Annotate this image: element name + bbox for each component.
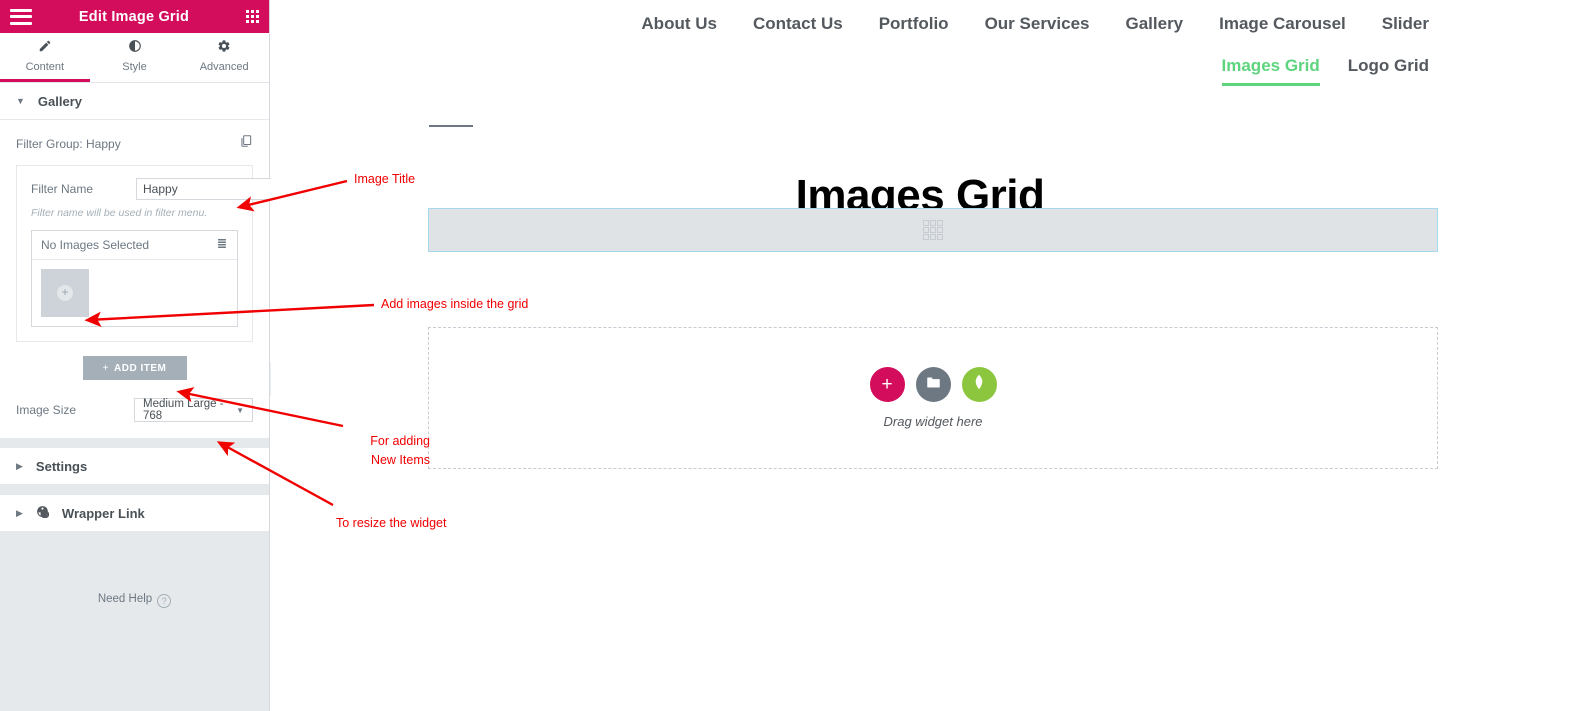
section-header-wrapper-link[interactable]: ▶ Wrapper Link xyxy=(0,495,269,532)
nav-item-image-carousel[interactable]: Image Carousel xyxy=(1219,14,1346,34)
filter-group-label: Filter Group: Happy xyxy=(16,136,121,151)
preview-canvas: About Us Contact Us Portfolio Our Servic… xyxy=(271,0,1569,711)
gallery-thumbnails: + xyxy=(32,260,237,326)
section-label-wrapper-link: Wrapper Link xyxy=(61,505,145,521)
grid-3x3-icon xyxy=(923,220,943,240)
gallery-section-body: Filter Group: Happy Filter Name Filter n… xyxy=(0,120,305,438)
site-top-navigation: About Us Contact Us Portfolio Our Servic… xyxy=(641,14,1429,34)
section-label-settings: Settings xyxy=(35,458,88,474)
annotation-image-title: Image Title xyxy=(354,172,416,186)
plus-icon: + xyxy=(881,374,893,395)
filter-name-label: Filter Name xyxy=(31,182,94,196)
nav-item-our-services[interactable]: Our Services xyxy=(985,14,1090,34)
link-chain-icon xyxy=(36,505,50,521)
image-size-row: Image Size Medium Large - 768 ▼ xyxy=(16,398,253,422)
add-template-button[interactable] xyxy=(915,367,951,402)
contrast-icon xyxy=(128,39,142,56)
gallery-image-selector: No Images Selected + xyxy=(31,230,238,327)
nav-item-portfolio[interactable]: Portfolio xyxy=(879,14,949,34)
gear-icon xyxy=(217,39,231,56)
pencil-icon xyxy=(38,39,52,56)
add-item-button[interactable]: + ADD ITEM xyxy=(82,356,187,380)
nav-item-contact-us[interactable]: Contact Us xyxy=(753,14,843,34)
annotation-add-images: Add images inside the grid xyxy=(381,297,529,311)
image-size-label: Image Size xyxy=(16,403,77,417)
add-image-thumb[interactable]: + xyxy=(41,269,89,317)
chevron-right-icon: ▶ xyxy=(16,507,23,518)
annotation-for-adding-new-items: For adding New Items xyxy=(370,434,430,467)
subnav-item-logo-grid[interactable]: Logo Grid xyxy=(1348,56,1429,83)
editor-panel: Edit Image Grid Content Style Advanced ▼… xyxy=(0,0,305,711)
dropzone-buttons: + xyxy=(869,367,997,402)
tab-style-label: Style xyxy=(122,61,147,73)
empty-grid-section[interactable] xyxy=(428,208,1438,252)
dropzone-label: Drag widget here xyxy=(883,414,983,429)
gallery-list-icon[interactable] xyxy=(216,237,228,253)
tab-style[interactable]: Style xyxy=(90,33,180,82)
global-widget-button[interactable] xyxy=(961,367,997,402)
need-help-label: Need Help xyxy=(97,593,153,605)
gallery-selector-header[interactable]: No Images Selected xyxy=(32,231,237,260)
chevron-down-icon: ▼ xyxy=(236,405,244,415)
nav-item-slider[interactable]: Slider xyxy=(1382,14,1429,34)
nav-item-gallery[interactable]: Gallery xyxy=(1125,14,1183,34)
filter-group-repeater-item: Filter Name Filter name will be used in … xyxy=(16,165,305,342)
panel-header: Edit Image Grid xyxy=(0,0,269,33)
section-divider xyxy=(0,438,269,448)
decorative-rule xyxy=(429,125,473,127)
widget-dropzone[interactable]: + Drag widget here xyxy=(428,327,1438,469)
tab-advanced[interactable]: Advanced xyxy=(179,33,269,82)
section-divider xyxy=(0,532,269,542)
tab-advanced-label: Advanced xyxy=(199,61,249,73)
need-help[interactable]: Need Help? xyxy=(0,593,269,608)
filter-name-row: Filter Name xyxy=(31,178,305,200)
section-divider xyxy=(0,485,269,495)
no-images-selected-text: No Images Selected xyxy=(41,238,150,252)
grid-apps-icon[interactable] xyxy=(246,10,259,23)
nav-item-about-us[interactable]: About Us xyxy=(641,14,717,34)
panel-title: Edit Image Grid xyxy=(78,8,190,25)
leaf-icon xyxy=(972,374,986,395)
annotation-to-resize-widget: To resize the widget xyxy=(336,516,447,530)
site-sub-navigation: Images Grid Logo Grid xyxy=(1221,56,1429,86)
section-header-gallery[interactable]: ▼ Gallery xyxy=(0,83,269,120)
filter-group-row: Filter Group: Happy xyxy=(16,134,253,153)
filter-name-hint: Filter name will be used in filter menu. xyxy=(31,207,208,219)
subnav-item-images-grid[interactable]: Images Grid xyxy=(1221,56,1320,86)
tab-content[interactable]: Content xyxy=(0,33,90,82)
image-size-select[interactable]: Medium Large - 768 ▼ xyxy=(134,398,253,422)
add-item-label: ADD ITEM xyxy=(114,362,167,374)
duplicate-icon[interactable] xyxy=(239,134,253,153)
question-mark-icon[interactable]: ? xyxy=(157,594,172,608)
section-label-gallery: Gallery xyxy=(37,93,83,109)
add-element-button[interactable]: + xyxy=(869,367,905,402)
plus-circle-icon: + xyxy=(57,285,73,301)
panel-tabs: Content Style Advanced xyxy=(0,33,269,83)
folder-icon xyxy=(926,376,941,394)
tab-content-label: Content xyxy=(25,61,65,73)
chevron-right-icon: ▶ xyxy=(16,460,23,471)
section-header-settings[interactable]: ▶ Settings xyxy=(0,448,269,485)
image-size-value: Medium Large - 768 xyxy=(143,398,224,422)
chevron-down-icon: ▼ xyxy=(16,95,25,106)
plus-icon: + xyxy=(102,362,109,374)
